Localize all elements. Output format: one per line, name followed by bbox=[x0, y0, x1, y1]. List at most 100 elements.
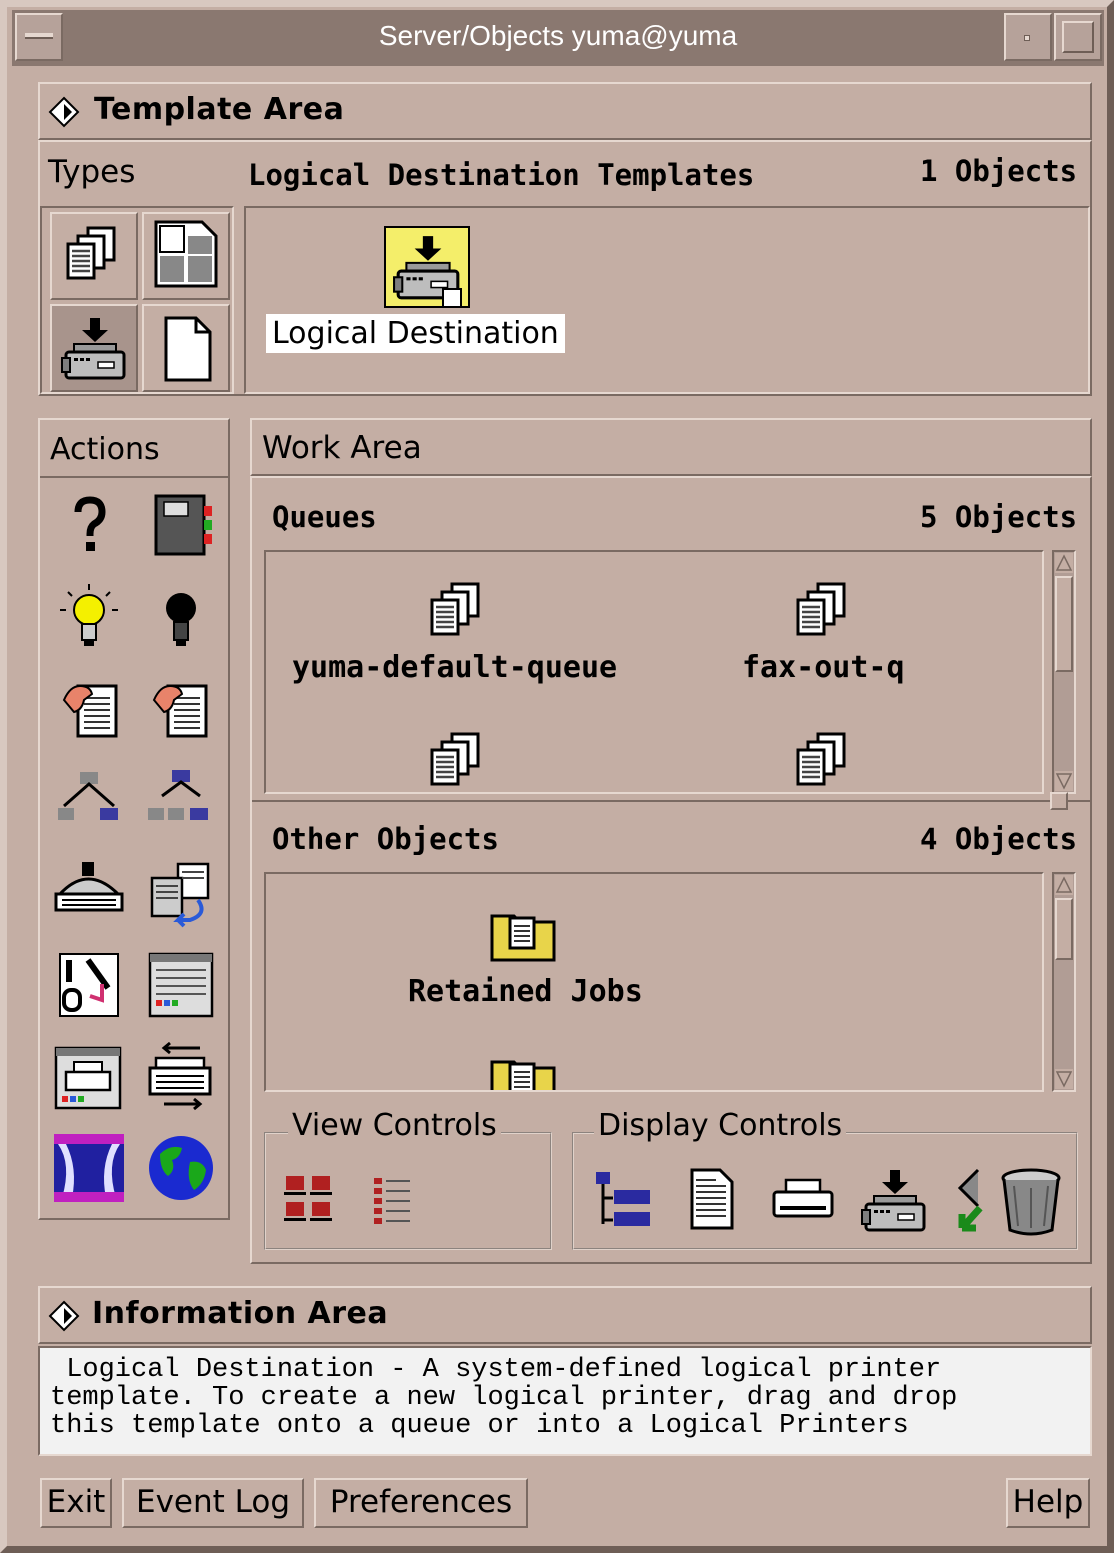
maximize-button[interactable] bbox=[1054, 13, 1102, 61]
display-controls-group: Display Controls bbox=[572, 1108, 1078, 1250]
topology-action-button[interactable] bbox=[54, 768, 124, 828]
globe-icon bbox=[149, 1136, 213, 1200]
properties-action-button[interactable] bbox=[146, 950, 216, 1020]
scroll-up-arrow-icon[interactable] bbox=[1055, 553, 1073, 573]
types-panel bbox=[40, 206, 234, 394]
topology-select-action-button[interactable] bbox=[144, 768, 214, 828]
view-controls-label: View Controls bbox=[288, 1108, 501, 1143]
queues-scrollbar[interactable] bbox=[1052, 550, 1076, 794]
queues-scroll-thumb[interactable] bbox=[1055, 576, 1073, 672]
queue-docs-icon bbox=[62, 224, 122, 284]
display-controls-label: Display Controls bbox=[594, 1108, 847, 1143]
notebook-action-button[interactable] bbox=[146, 492, 216, 558]
work-area-header: Work Area bbox=[250, 418, 1092, 476]
help-action-button[interactable] bbox=[60, 492, 120, 558]
queues-container: yuma-default-queue fax-out-q bbox=[264, 550, 1044, 794]
other-item-icon[interactable] bbox=[488, 1050, 558, 1092]
release-action-button[interactable] bbox=[148, 676, 218, 746]
topology-select-icon bbox=[144, 768, 214, 828]
printer-icon bbox=[772, 1178, 834, 1218]
printer-properties-action-button[interactable] bbox=[52, 1042, 126, 1112]
template-badge-icon bbox=[442, 288, 462, 308]
information-area-title: Information Area bbox=[92, 1296, 389, 1331]
work-area-title: Work Area bbox=[262, 430, 422, 466]
tree-view-button[interactable] bbox=[588, 1168, 654, 1234]
diamond-toggle-icon[interactable] bbox=[48, 96, 80, 128]
list-view-icon bbox=[374, 1178, 410, 1224]
details-view-button[interactable] bbox=[370, 1172, 420, 1228]
templates-section-title: Logical Destination Templates bbox=[248, 158, 755, 192]
type-queues-button[interactable] bbox=[50, 212, 138, 300]
pane-divider bbox=[252, 800, 1090, 802]
title-bar[interactable]: Server/Objects yuma@yuma bbox=[12, 10, 1104, 66]
trash-button[interactable] bbox=[998, 1166, 1064, 1236]
bulb-on-action-button[interactable] bbox=[54, 582, 124, 652]
information-area-header[interactable]: Information Area bbox=[38, 1286, 1092, 1344]
work-area-panel: Queues 5 Objects yuma-default-queue fax-… bbox=[250, 476, 1092, 1264]
network-action-button[interactable] bbox=[146, 1132, 216, 1204]
scroll-down-arrow-icon[interactable] bbox=[1055, 771, 1073, 791]
event-log-button[interactable]: Event Log bbox=[122, 1478, 304, 1528]
minimize-button[interactable] bbox=[1004, 13, 1052, 61]
enable-disable-action-button[interactable] bbox=[56, 950, 122, 1020]
queue-item-label[interactable]: fax-out-q bbox=[742, 650, 905, 685]
pause-printer-action-button[interactable] bbox=[52, 860, 126, 920]
logical-printers-display-button[interactable] bbox=[860, 1166, 930, 1236]
icon-view-button[interactable] bbox=[282, 1172, 338, 1228]
actions-panel: Actions bbox=[38, 418, 230, 1220]
information-text-box: Logical Destination - A system-defined l… bbox=[38, 1346, 1092, 1456]
release-document-icon bbox=[148, 676, 212, 742]
document-icon bbox=[690, 1168, 734, 1230]
exit-button[interactable]: Exit bbox=[40, 1478, 112, 1528]
other-objects-scrollbar[interactable] bbox=[1052, 872, 1076, 1092]
other-objects-scroll-thumb[interactable] bbox=[1055, 898, 1073, 960]
move-jobs-action-button[interactable] bbox=[144, 860, 218, 930]
type-layout-button[interactable] bbox=[142, 212, 230, 300]
queues-count: 5 Objects bbox=[920, 500, 1078, 534]
redirect-printer-action-button[interactable] bbox=[144, 1040, 218, 1112]
queue-item-icon[interactable] bbox=[426, 730, 486, 790]
template-item-logical-destination[interactable] bbox=[384, 226, 470, 308]
physical-printers-display-button[interactable] bbox=[770, 1178, 836, 1228]
queues-title: Queues bbox=[272, 500, 377, 534]
hold-document-icon bbox=[58, 676, 122, 742]
preferences-button[interactable]: Preferences bbox=[314, 1478, 528, 1528]
queue-item-icon[interactable] bbox=[792, 580, 852, 640]
lightbulb-on-icon bbox=[60, 584, 118, 646]
scroll-down-arrow-icon[interactable] bbox=[1055, 1069, 1073, 1089]
queue-item-label[interactable]: yuma-default-queue bbox=[292, 650, 617, 685]
pane-sash-handle[interactable] bbox=[1050, 792, 1068, 810]
other-item-label[interactable]: Retained Jobs bbox=[408, 974, 643, 1009]
minimize-icon bbox=[1024, 35, 1030, 41]
help-button[interactable]: Help bbox=[1006, 1478, 1090, 1528]
grid-layout-icon bbox=[154, 220, 218, 288]
template-panel: Types Logical Destination Templates 1 Ob… bbox=[38, 140, 1092, 396]
hold-action-button[interactable] bbox=[58, 676, 128, 746]
other-item-icon[interactable] bbox=[488, 904, 558, 964]
type-logical-destination-button[interactable] bbox=[50, 304, 138, 392]
queue-item-icon[interactable] bbox=[792, 730, 852, 790]
actions-title: Actions bbox=[50, 432, 160, 467]
scroll-up-arrow-icon[interactable] bbox=[1055, 875, 1073, 895]
bulb-off-action-button[interactable] bbox=[146, 582, 216, 652]
information-text: Logical Destination - A system-defined l… bbox=[50, 1355, 958, 1441]
queue-docs-icon bbox=[426, 730, 486, 790]
diamond-toggle-icon[interactable] bbox=[48, 1300, 80, 1332]
template-area-header[interactable]: Template Area bbox=[38, 82, 1092, 140]
queue-docs-icon bbox=[792, 580, 852, 640]
other-objects-container: Retained Jobs bbox=[264, 872, 1044, 1092]
destinations-display-button[interactable] bbox=[954, 1166, 990, 1236]
queue-docs-icon bbox=[792, 730, 852, 790]
type-blank-button[interactable] bbox=[142, 304, 230, 392]
template-item-label[interactable]: Logical Destination bbox=[266, 314, 565, 353]
blank-document-icon bbox=[164, 316, 212, 382]
printer-icon bbox=[60, 314, 130, 384]
queue-item-icon[interactable] bbox=[426, 580, 486, 640]
large-icons-view-icon bbox=[284, 1176, 332, 1221]
tree-hierarchy-icon bbox=[596, 1172, 650, 1226]
folder-icon bbox=[488, 904, 558, 964]
folder-printer-icon bbox=[488, 1050, 558, 1092]
theater-action-button[interactable] bbox=[52, 1132, 126, 1204]
jobs-display-button[interactable] bbox=[686, 1166, 736, 1232]
other-objects-count: 4 Objects bbox=[920, 822, 1078, 856]
